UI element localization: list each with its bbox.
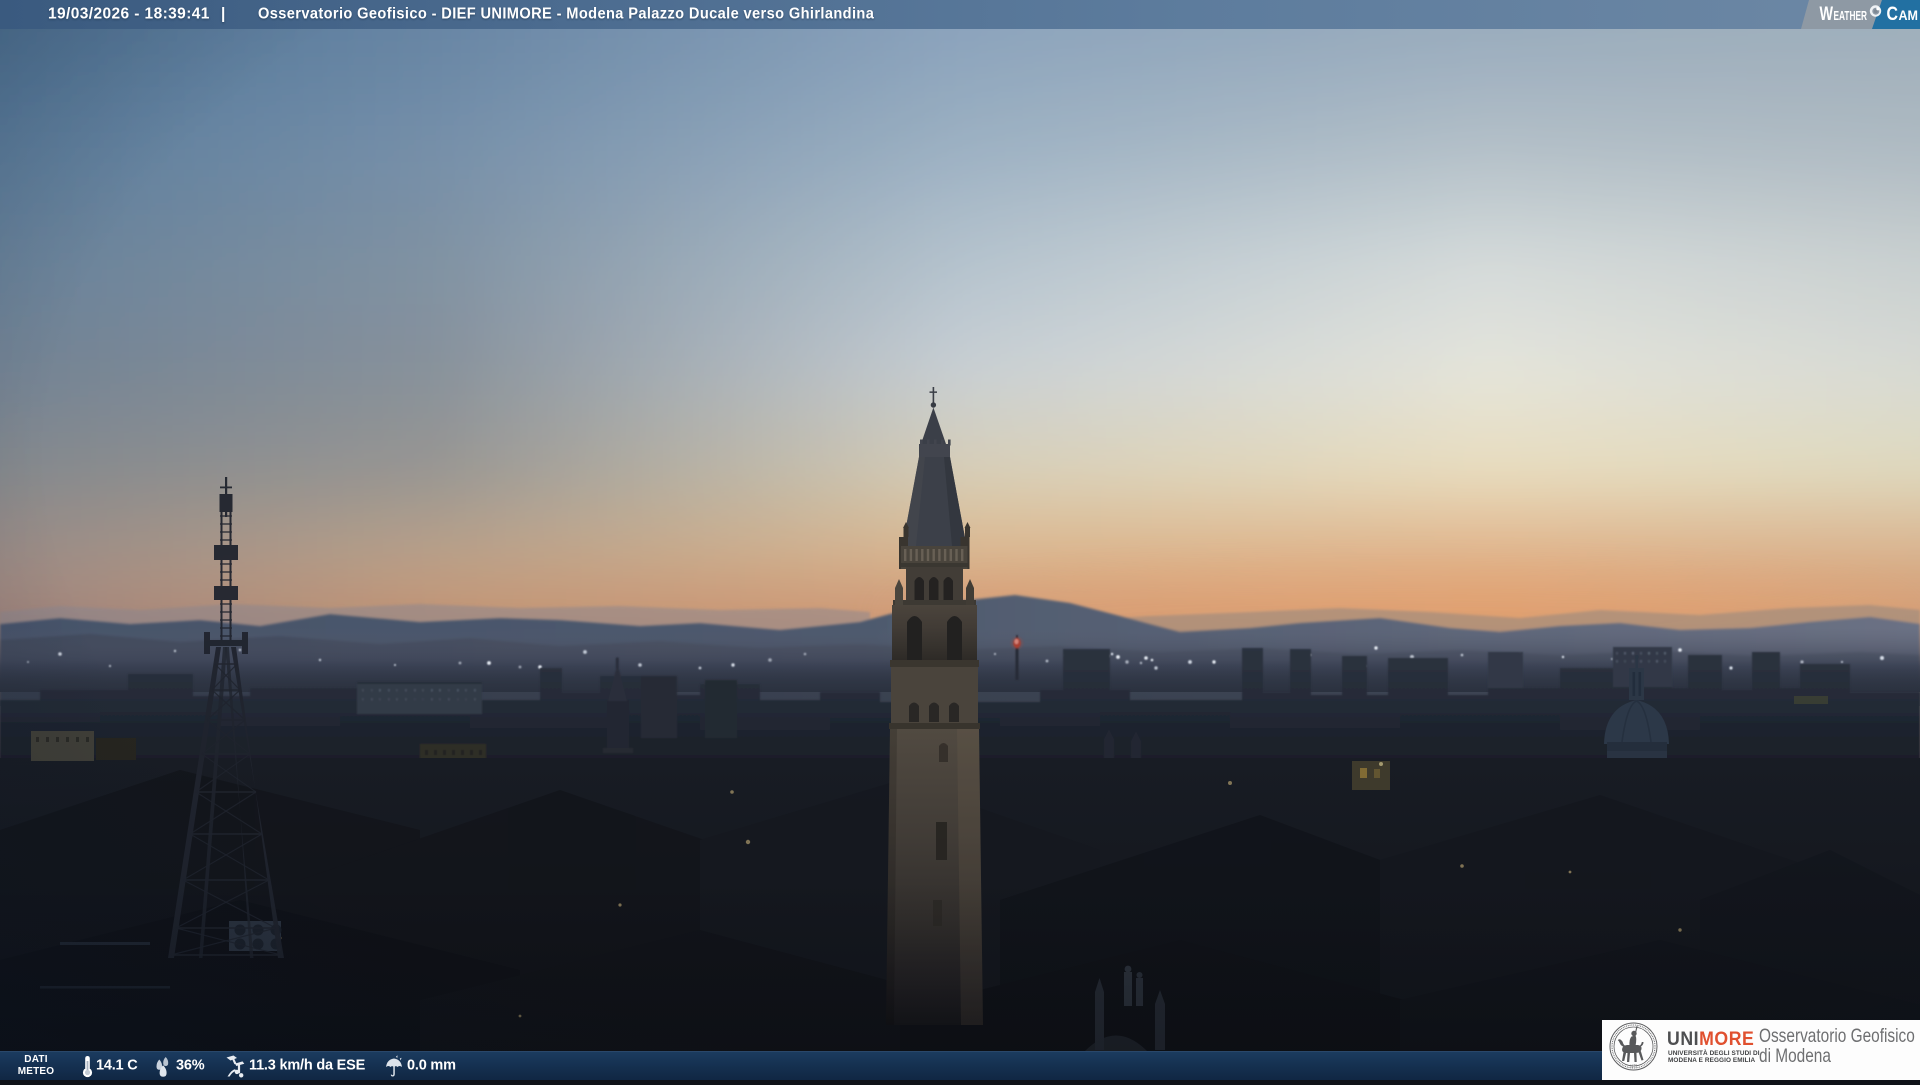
svg-text:W: W (1820, 3, 1834, 25)
svg-text:EATHER: EATHER (1834, 8, 1868, 23)
svg-text:AM: AM (1899, 7, 1919, 23)
svg-text:1175: 1175 (1630, 1065, 1637, 1069)
svg-text:C: C (1887, 3, 1899, 25)
